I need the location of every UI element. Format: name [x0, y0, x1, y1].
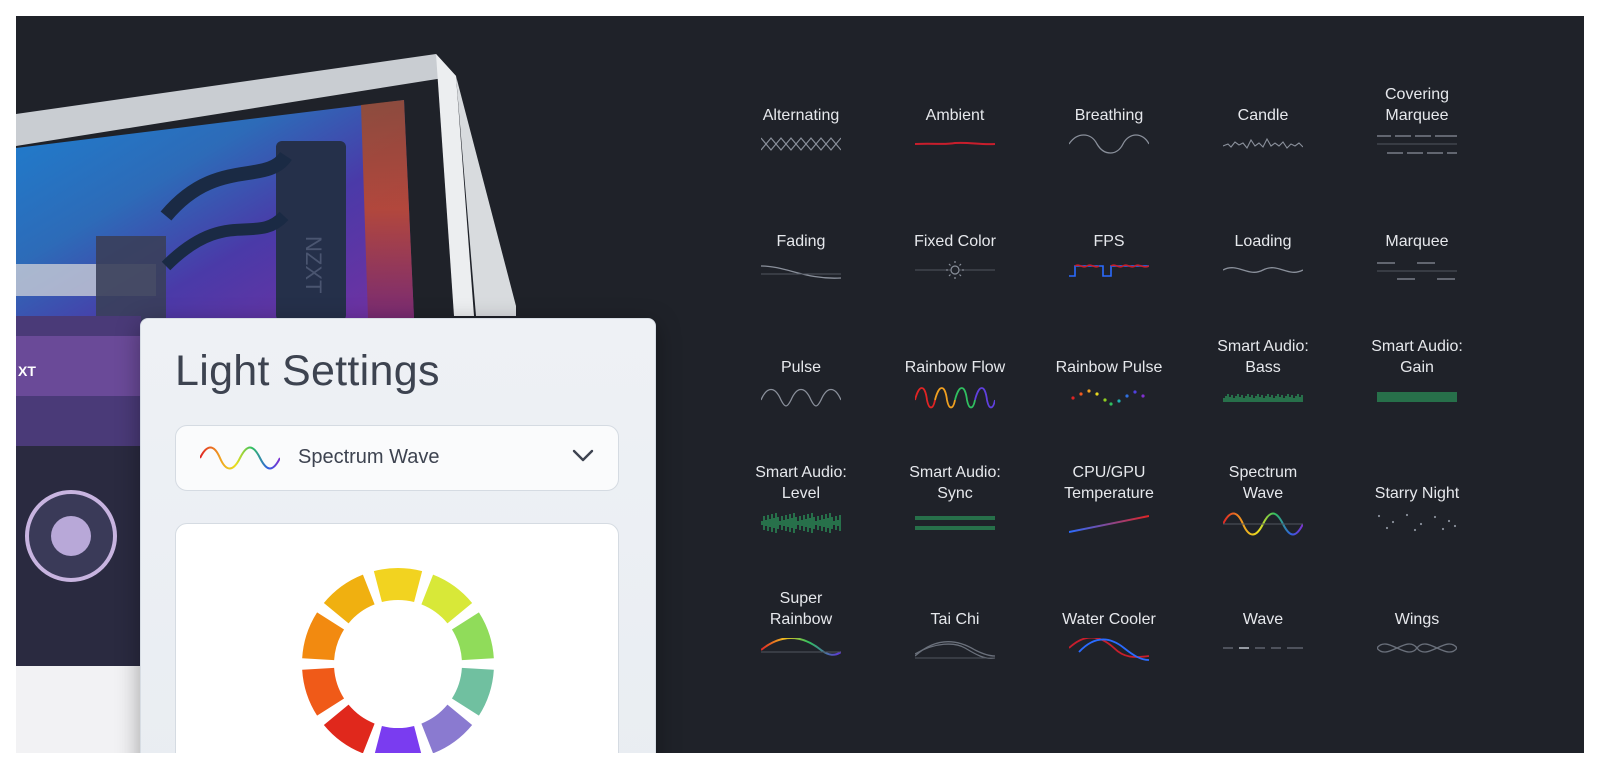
- effect-label: Candle: [1237, 107, 1289, 124]
- effect-label: Smart Audio: Level: [755, 464, 847, 502]
- effect-item[interactable]: Fixed Color: [878, 200, 1032, 326]
- effect-item[interactable]: Smart Audio: Gain: [1340, 326, 1494, 452]
- effect-label: Ambient: [925, 107, 985, 124]
- effect-label: Water Cooler: [1062, 611, 1156, 628]
- cpu-gpu-temperature-icon: [1069, 515, 1149, 533]
- effect-item[interactable]: Pulse: [724, 326, 878, 452]
- smart-audio-gain-icon: [1377, 392, 1457, 402]
- color-wheel-segment[interactable]: [451, 612, 494, 661]
- ambient-icon: [915, 141, 995, 146]
- effect-item[interactable]: Water Cooler: [1032, 578, 1186, 704]
- effect-label: Wings: [1394, 611, 1440, 628]
- effect-item[interactable]: Super Rainbow: [724, 578, 878, 704]
- effect-label: Rainbow Pulse: [1055, 359, 1163, 376]
- effect-label: Pulse: [780, 359, 822, 376]
- effect-label: Starry Night: [1374, 485, 1460, 502]
- effect-item[interactable]: Rainbow Flow: [878, 326, 1032, 452]
- covering-marquee-icon: [1377, 135, 1457, 154]
- effect-label: Loading: [1234, 233, 1292, 250]
- effect-item[interactable]: Starry Night: [1340, 452, 1494, 578]
- chevron-down-icon[interactable]: [572, 448, 594, 464]
- light-settings-panel: Light Settings Spectrum Wave: [140, 318, 656, 753]
- rainbow-pulse-icon: [1071, 389, 1145, 406]
- effect-item[interactable]: CPU/GPU Temperature: [1032, 452, 1186, 578]
- smart-audio-sync-icon: [915, 516, 995, 530]
- effect-item[interactable]: Smart Audio: Level: [724, 452, 878, 578]
- effect-item[interactable]: FPS: [1032, 200, 1186, 326]
- effect-item[interactable]: Loading: [1186, 200, 1340, 326]
- effect-label: Fading: [776, 233, 826, 250]
- super-rainbow-icon: [761, 638, 841, 656]
- color-wheel-segment[interactable]: [374, 725, 422, 753]
- effect-label: Smart Audio: Bass: [1217, 338, 1309, 376]
- effect-item[interactable]: Wings: [1340, 578, 1494, 704]
- fps-icon: [1069, 264, 1149, 277]
- fading-icon: [761, 265, 841, 279]
- effect-item[interactable]: Tai Chi: [878, 578, 1032, 704]
- effect-item[interactable]: Breathing: [1032, 74, 1186, 200]
- effect-dropdown[interactable]: Spectrum Wave: [175, 425, 619, 491]
- color-wheel-segment[interactable]: [302, 667, 345, 716]
- effect-item[interactable]: Alternating: [724, 74, 878, 200]
- color-wheel-segment[interactable]: [302, 612, 345, 661]
- effect-item[interactable]: Wave: [1186, 578, 1340, 704]
- smart-audio-bass-icon: [1223, 394, 1303, 402]
- effects-grid: Alternating Ambient Breathing Candle Coverin…: [724, 74, 1494, 714]
- effect-label: Breathing: [1074, 107, 1144, 124]
- fixed-color-icon: [915, 261, 995, 279]
- effect-label: Marquee: [1385, 233, 1449, 250]
- breathing-icon: [1069, 134, 1149, 154]
- effect-item[interactable]: Ambient: [878, 74, 1032, 200]
- candle-icon: [1223, 137, 1303, 150]
- color-wheel-segment[interactable]: [323, 704, 375, 753]
- effect-label: CPU/GPU Temperature: [1064, 464, 1154, 502]
- color-picker-card: [175, 523, 619, 753]
- effect-label: FPS: [1093, 233, 1125, 250]
- color-wheel-segment[interactable]: [373, 567, 423, 603]
- panel-title: Light Settings: [175, 347, 440, 395]
- smart-audio-level-icon: [761, 513, 841, 533]
- effect-item[interactable]: Fading: [724, 200, 878, 326]
- effect-label: Smart Audio: Sync: [909, 464, 1001, 502]
- effect-item[interactable]: Rainbow Pulse: [1032, 326, 1186, 452]
- effect-item[interactable]: Spectrum Wave: [1186, 452, 1340, 578]
- spectrum-wave-icon: [1223, 512, 1303, 536]
- color-wheel-segment[interactable]: [421, 704, 473, 753]
- effect-label: Covering Marquee: [1384, 86, 1450, 124]
- loading-icon: [1223, 267, 1303, 273]
- wings-icon: [1377, 643, 1457, 653]
- svg-text:NZXT: NZXT: [301, 236, 326, 293]
- effect-label: Fixed Color: [914, 233, 996, 250]
- effect-item[interactable]: Smart Audio: Sync: [878, 452, 1032, 578]
- effect-label: Super Rainbow: [769, 590, 833, 628]
- starry-night-icon: [1377, 513, 1457, 532]
- alternating-icon: [761, 137, 841, 151]
- effect-item[interactable]: Marquee: [1340, 200, 1494, 326]
- color-wheel-segment[interactable]: [451, 667, 494, 716]
- effect-label: Alternating: [762, 107, 840, 124]
- spectrum-wave-icon: [200, 446, 280, 470]
- effect-label: Rainbow Flow: [904, 359, 1006, 376]
- marquee-icon: [1377, 262, 1457, 280]
- color-wheel-segment[interactable]: [421, 574, 473, 624]
- effect-item[interactable]: Smart Audio: Bass: [1186, 326, 1340, 452]
- wave-icon: [1223, 647, 1303, 649]
- effect-item[interactable]: Candle: [1186, 74, 1340, 200]
- water-cooler-icon: [1069, 638, 1149, 661]
- pulse-icon: [761, 388, 841, 407]
- effect-label: Smart Audio: Gain: [1371, 338, 1463, 376]
- selected-effect-label: Spectrum Wave: [298, 446, 440, 468]
- rainbow-flow-icon: [915, 387, 995, 409]
- tai-chi-icon: [915, 640, 995, 660]
- app-frame: NZXT XT Light Settings Spectrum Wave Alt…: [16, 16, 1584, 753]
- effect-label: Spectrum Wave: [1228, 464, 1298, 502]
- effect-label: Wave: [1242, 611, 1284, 628]
- effect-label: Tai Chi: [930, 611, 980, 628]
- color-wheel-segment[interactable]: [323, 574, 375, 624]
- color-wheel[interactable]: [298, 564, 498, 753]
- effect-item[interactable]: Covering Marquee: [1340, 74, 1494, 200]
- svg-text:XT: XT: [18, 363, 36, 379]
